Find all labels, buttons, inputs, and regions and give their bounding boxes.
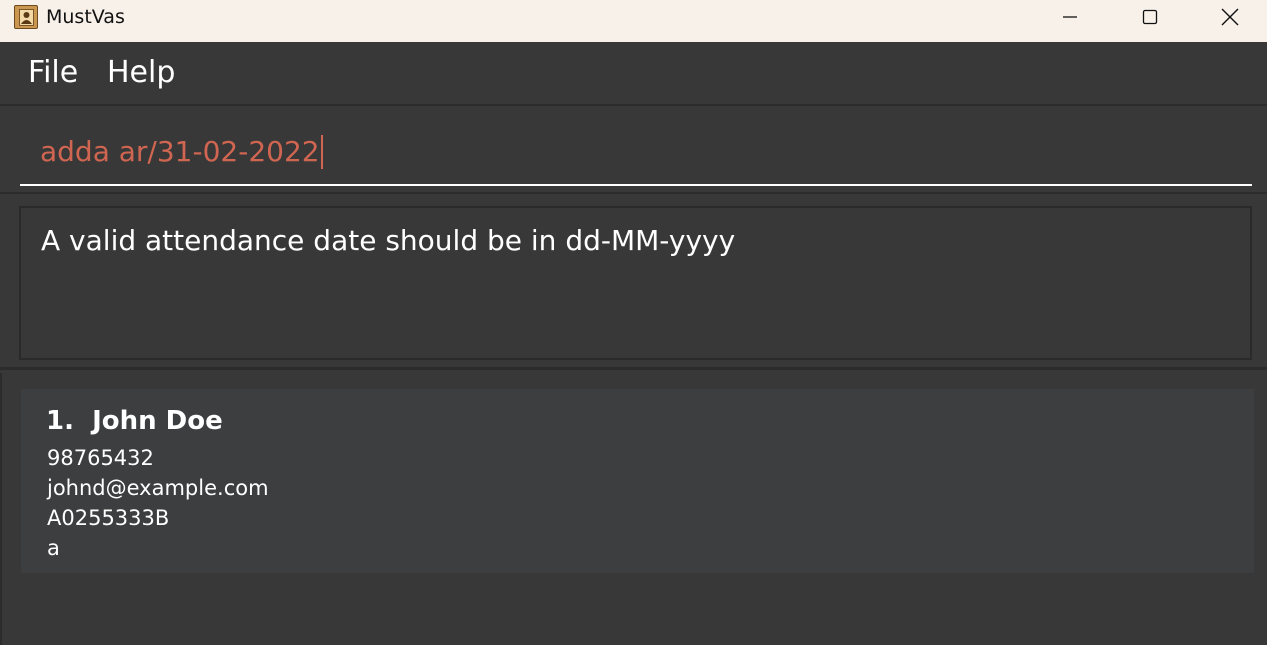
person-index: 1.	[46, 406, 74, 436]
result-display[interactable]: A valid attendance date should be in dd-…	[19, 206, 1252, 360]
close-button[interactable]	[1190, 0, 1267, 34]
menu-bar: File Help	[0, 42, 1267, 104]
person-name: 1. John Doe	[46, 405, 223, 437]
minimize-button[interactable]	[1030, 0, 1110, 34]
command-box-panel: adda ar/31-02-2022	[0, 104, 1267, 194]
window-title: MustVas	[46, 6, 125, 28]
person-list-panel: 1. John Doe 98765432 johnd@example.com A…	[0, 373, 1267, 645]
title-bar: MustVas	[0, 0, 1267, 42]
close-icon	[1221, 8, 1239, 26]
person-card[interactable]: 1. John Doe 98765432 johnd@example.com A…	[21, 389, 1254, 573]
command-value: adda ar/31-02-2022	[40, 135, 320, 168]
minimize-icon	[1063, 16, 1077, 18]
menu-file[interactable]: File	[28, 55, 78, 91]
app-icon	[14, 5, 38, 29]
maximize-icon	[1142, 9, 1158, 25]
text-caret	[320, 135, 323, 169]
result-message: A valid attendance date should be in dd-…	[41, 224, 736, 257]
person-email: johnd@example.com	[47, 476, 269, 500]
command-input-text: adda ar/31-02-2022	[40, 135, 323, 169]
maximize-button[interactable]	[1110, 0, 1190, 34]
command-input[interactable]: adda ar/31-02-2022	[20, 124, 1252, 186]
person-student-id: A0255333B	[47, 506, 170, 530]
person-name-text: John Doe	[92, 406, 223, 436]
result-display-panel: A valid attendance date should be in dd-…	[0, 196, 1267, 370]
person-tag: a	[47, 536, 60, 560]
person-phone: 98765432	[47, 446, 154, 470]
menu-help[interactable]: Help	[107, 55, 175, 91]
